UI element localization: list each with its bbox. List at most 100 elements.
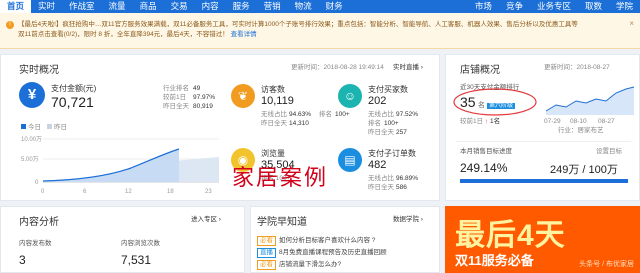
visitors-value: 10,119 (261, 95, 294, 107)
content-title: 内容分析 (19, 217, 59, 228)
nav-item-13[interactable]: 业务专区 (530, 0, 578, 13)
nav-item-12[interactable]: 竞争 (499, 0, 530, 13)
nav-item-10[interactable]: 财务 (319, 0, 350, 13)
visitors-mobile-label: 无线占比 (261, 111, 287, 118)
notice-detail-link[interactable]: 查看详情 (231, 31, 257, 38)
nav-item-11[interactable]: 市场 (468, 0, 499, 13)
promo-subtitle: 双11服务必备 (455, 253, 534, 268)
content-view-label: 内容浏览次数 (121, 240, 160, 247)
x-label-23: 23 (205, 189, 212, 195)
promo-headline: 最后4天 (455, 219, 566, 252)
visitors-yesterday-label: 昨日全天 (261, 120, 287, 127)
nav-item-9[interactable]: 物流 (288, 0, 319, 13)
rank-highlight-ellipse (453, 88, 537, 116)
y-label-mid: 5.00万 (21, 156, 39, 163)
visitors-mobile-value: 94.63% (289, 111, 312, 118)
learn-item[interactable]: 必看 如何分析目标客户喜欢什么内容 ? (257, 235, 437, 246)
nav-item-0[interactable]: 首页 (0, 0, 32, 13)
order-icon: ▤ (338, 148, 362, 172)
pay-pct-label: 较前1日 (163, 94, 187, 101)
notice-line1: 【最后4天啦!】疯狂抢购中…双11官方服务效果满载，双11必备服务工具，可实时计… (18, 21, 578, 28)
nav-item-1[interactable]: 实时 (31, 0, 62, 13)
buyers-yesterday-value: 257 (396, 129, 407, 136)
orders-mobile-value: 96.89% (396, 175, 419, 182)
pay-yesterday-value: 80,919 (193, 103, 213, 110)
learn-title: 学院早知道 (257, 217, 307, 228)
shop-date-mid: 08-10 (570, 118, 587, 125)
nav-item-8[interactable]: 营销 (257, 0, 288, 13)
learn-item-tag: 必看 (257, 236, 276, 246)
buyers-label: 支付买家数 (368, 85, 408, 94)
buyers-rank-value: 100+ (384, 120, 399, 127)
shop-title: 店铺概况 (460, 65, 500, 76)
shop-updated: 更新时间：2018-08-27 (544, 64, 610, 71)
pay-pct-value: 97.97% (193, 94, 216, 101)
promo-banner[interactable]: 最后4天 双11服务必备 头条号 / 布优家居 (445, 206, 640, 273)
notice-banner: ! 【最后4天啦!】疯狂抢购中…双11官方服务效果满载，双11必备服务工具，可实… (0, 13, 640, 49)
pay-amount-value: 70,721 (51, 94, 94, 110)
legend-yesterday-label: 昨日 (54, 124, 67, 131)
goal-progress-fill (460, 179, 628, 183)
goal-label: 本月销售目标进度 (460, 148, 512, 155)
shop-compare-value: 1名 (490, 118, 501, 125)
top-nav: 首页 实时 作战室 流量 商品 交易 内容 服务 营销 物流 财务 市场 竞争 业务专区 取数 学院 (0, 0, 640, 13)
orders-value: 482 (368, 159, 387, 171)
shop-compare-arrow-icon: ↑ (484, 118, 489, 125)
learn-item[interactable]: 直播 8月免费直播课程预告及历史直播回顾 (257, 247, 437, 258)
nav-item-5[interactable]: 交易 (164, 0, 195, 13)
pay-yesterday-label: 昨日全天 (163, 103, 189, 110)
nav-item-15[interactable]: 学院 (609, 0, 640, 13)
orders-yesterday-label: 昨日全天 (368, 184, 394, 191)
buyers-mobile-label: 无线占比 (368, 111, 394, 118)
pv-label: 浏览量 (261, 149, 285, 158)
goal-amount: 249万 / 100万 (550, 164, 618, 176)
nav-item-7[interactable]: 服务 (226, 0, 257, 13)
nav-item-6[interactable]: 内容 (195, 0, 226, 13)
shop-date-end: 08-27 (598, 118, 615, 125)
goal-progress-track (460, 179, 628, 183)
pay-rank-value: 49 (193, 85, 201, 92)
divider (456, 141, 631, 142)
visitors-rank-value: 100+ (335, 111, 350, 118)
x-label-6: 6 (83, 189, 87, 195)
learn-list: 必看 如何分析目标客户喜欢什么内容 ? 直播 8月免费直播课程预告及历史直播回顾 必看店… (257, 235, 437, 271)
learn-item-tag: 必看 (257, 260, 276, 270)
buyers-value: 202 (368, 95, 387, 107)
shop-card: 店铺概况 更新时间：2018-08-27 近30天支付金额排行 35 名 第六阶… (445, 54, 640, 201)
promo-credit: 头条号 / 布优家居 (579, 261, 634, 268)
goal-link[interactable]: 设置目标 (596, 147, 622, 156)
visitors-label: 访客数 (261, 85, 285, 94)
nav-item-3[interactable]: 流量 (102, 0, 133, 13)
nav-item-14[interactable]: 取数 (578, 0, 609, 13)
x-label-12: 12 (125, 189, 132, 195)
realtime-title: 实时概况 (19, 65, 59, 76)
realtime-live-link[interactable]: 实时直播 › (393, 63, 423, 72)
learn-more-link[interactable]: 数据学院 › (393, 215, 423, 224)
buyers-mobile-value: 97.52% (396, 111, 419, 118)
content-enter-link[interactable]: 进入专区 › (191, 215, 221, 224)
content-pub-value: 3 (19, 253, 26, 267)
shop-industry: 行业：居家布艺 (558, 127, 604, 134)
learn-item-text: 如何分析目标客户喜欢什么内容 ? (279, 237, 376, 244)
learn-item[interactable]: 必看 店铺流量下滑怎么办? (257, 259, 437, 270)
today-area (43, 149, 179, 182)
x-label-18: 18 (167, 189, 174, 195)
shop-trend-chart (545, 86, 635, 115)
learn-card: 学院早知道 数据学院 › 必看 如何分析目标客户喜欢什么内容 ? 直播 8月免费直播课… (250, 206, 440, 273)
orders-yesterday-value: 586 (396, 184, 407, 191)
buyer-icon: ☺ (338, 84, 362, 108)
orders-label: 支付子订单数 (368, 149, 416, 158)
content-view-value: 7,531 (121, 253, 152, 267)
learn-item-text: 8月免费直播课程预告及历史直播回顾 (279, 249, 387, 256)
close-icon[interactable]: × (629, 19, 634, 29)
visitors-rank-label: 排名 (319, 111, 332, 118)
y-label-zero: 0 (35, 180, 39, 186)
goal-pct: 249.14% (460, 161, 508, 175)
visitors-yesterday-value: 14,310 (289, 120, 309, 127)
learn-item-text: 店铺流量下滑怎么办? (279, 261, 342, 268)
learn-item-tag: 直播 (257, 248, 276, 258)
realtime-updated: 更新时间：2018-08-28 19:49:14 (291, 64, 384, 71)
legend-today-label: 今日 (28, 124, 41, 131)
nav-item-2[interactable]: 作战室 (62, 0, 102, 13)
nav-item-4[interactable]: 商品 (133, 0, 164, 13)
